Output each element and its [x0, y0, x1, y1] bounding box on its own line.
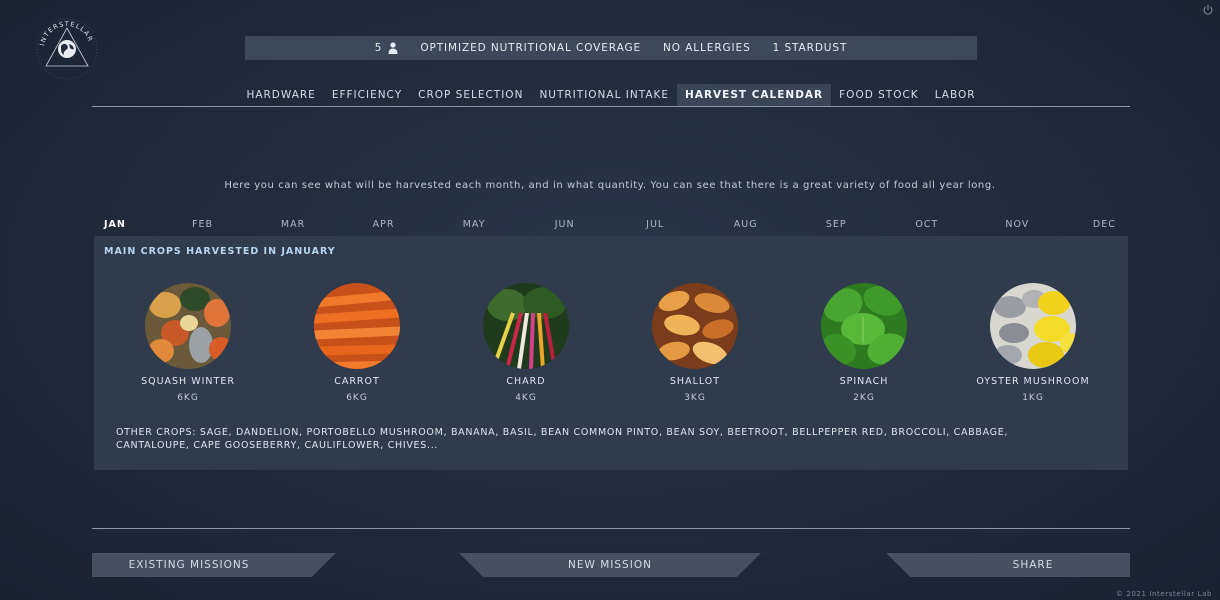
crew-count[interactable]: 5 — [375, 42, 399, 54]
tab-food-stock[interactable]: FOOD STOCK — [831, 84, 927, 106]
month-dec[interactable]: DEC — [1086, 219, 1116, 230]
month-selector: JAN FEB MAR APR MAY JUN JUL AUG SEP OCT … — [92, 219, 1130, 230]
crop-qty: 2KG — [853, 393, 875, 403]
harvest-panel: MAIN CROPS HARVESTED IN JANUARY SQUASH W… — [94, 236, 1128, 470]
crop-squash-winter: SQUASH WINTER 6KG — [103, 283, 273, 403]
allergies[interactable]: NO ALLERGIES — [663, 42, 751, 54]
carrot-image — [314, 283, 400, 369]
crop-name: OYSTER MUSHROOM — [976, 376, 1090, 387]
month-jun[interactable]: JUN — [543, 219, 587, 230]
tab-hardware[interactable]: HARDWARE — [238, 84, 323, 106]
month-feb[interactable]: FEB — [181, 219, 225, 230]
crop-name: SHALLOT — [669, 376, 721, 387]
person-icon — [388, 42, 398, 54]
shallot-image — [652, 283, 738, 369]
crop-chard: CHARD 4KG — [441, 283, 611, 403]
crop-name: CARROT — [334, 376, 380, 387]
tab-crop-selection[interactable]: CROP SELECTION — [410, 84, 531, 106]
existing-missions-button[interactable]: EXISTING MISSIONS — [92, 553, 336, 577]
month-aug[interactable]: AUG — [724, 219, 768, 230]
crew-count-value: 5 — [374, 42, 383, 54]
crop-qty: 6KG — [177, 393, 199, 403]
crop-oyster-mushroom: OYSTER MUSHROOM 1KG — [948, 283, 1118, 403]
crop-shallot: SHALLOT 3KG — [610, 283, 780, 403]
month-jan[interactable]: JAN — [104, 219, 134, 230]
copyright: © 2021 Interstellar Lab — [1115, 590, 1212, 598]
month-nov[interactable]: NOV — [995, 219, 1039, 230]
month-sep[interactable]: SEP — [814, 219, 858, 230]
crop-name: CHARD — [506, 376, 546, 387]
intro-text: Here you can see what will be harvested … — [224, 180, 996, 191]
month-may[interactable]: MAY — [452, 219, 496, 230]
month-apr[interactable]: APR — [362, 219, 406, 230]
crop-name: SQUASH WINTER — [141, 376, 235, 387]
other-crops: OTHER CROPS: SAGE, DANDELION, PORTOBELLO… — [116, 427, 1009, 451]
crop-qty: 3KG — [684, 393, 706, 403]
crop-qty: 4KG — [515, 393, 537, 403]
tab-nutritional-intake[interactable]: NUTRITIONAL INTAKE — [531, 84, 677, 106]
crop-carrot: CARROT 6KG — [272, 283, 442, 403]
squash-winter-image — [145, 283, 231, 369]
tab-harvest-calendar[interactable]: HARVEST CALENDAR — [677, 84, 832, 106]
nutritional-coverage[interactable]: OPTIMIZED NUTRITIONAL COVERAGE — [420, 42, 641, 54]
share-button[interactable]: SHARE — [886, 553, 1130, 577]
month-oct[interactable]: OCT — [905, 219, 949, 230]
power-icon[interactable] — [1202, 4, 1214, 16]
footer-divider — [92, 528, 1130, 529]
panel-title: MAIN CROPS HARVESTED IN JANUARY — [104, 246, 336, 257]
tab-efficiency[interactable]: EFFICIENCY — [324, 84, 410, 106]
main-crops: SQUASH WINTER 6KG CARROT 6KG CHARD 4KG S… — [94, 283, 1128, 408]
crop-qty: 6KG — [346, 393, 368, 403]
spinach-image — [821, 283, 907, 369]
stardust[interactable]: 1 STARDUST — [773, 42, 848, 54]
mission-summary-bar: 5 OPTIMIZED NUTRITIONAL COVERAGE NO ALLE… — [245, 36, 977, 60]
section-tabs: HARDWARE EFFICIENCY CROP SELECTION NUTRI… — [92, 84, 1130, 107]
new-mission-button[interactable]: NEW MISSION — [459, 553, 761, 577]
crop-name: SPINACH — [839, 376, 889, 387]
tab-labor[interactable]: LABOR — [927, 84, 984, 106]
month-jul[interactable]: JUL — [633, 219, 677, 230]
crop-spinach: SPINACH 2KG — [779, 283, 949, 403]
crop-qty: 1KG — [1022, 393, 1044, 403]
chard-image — [483, 283, 569, 369]
oyster-mushroom-image — [990, 283, 1076, 369]
interstellar-logo[interactable]: INTERSTELLAR — [34, 16, 100, 82]
month-mar[interactable]: MAR — [271, 219, 315, 230]
